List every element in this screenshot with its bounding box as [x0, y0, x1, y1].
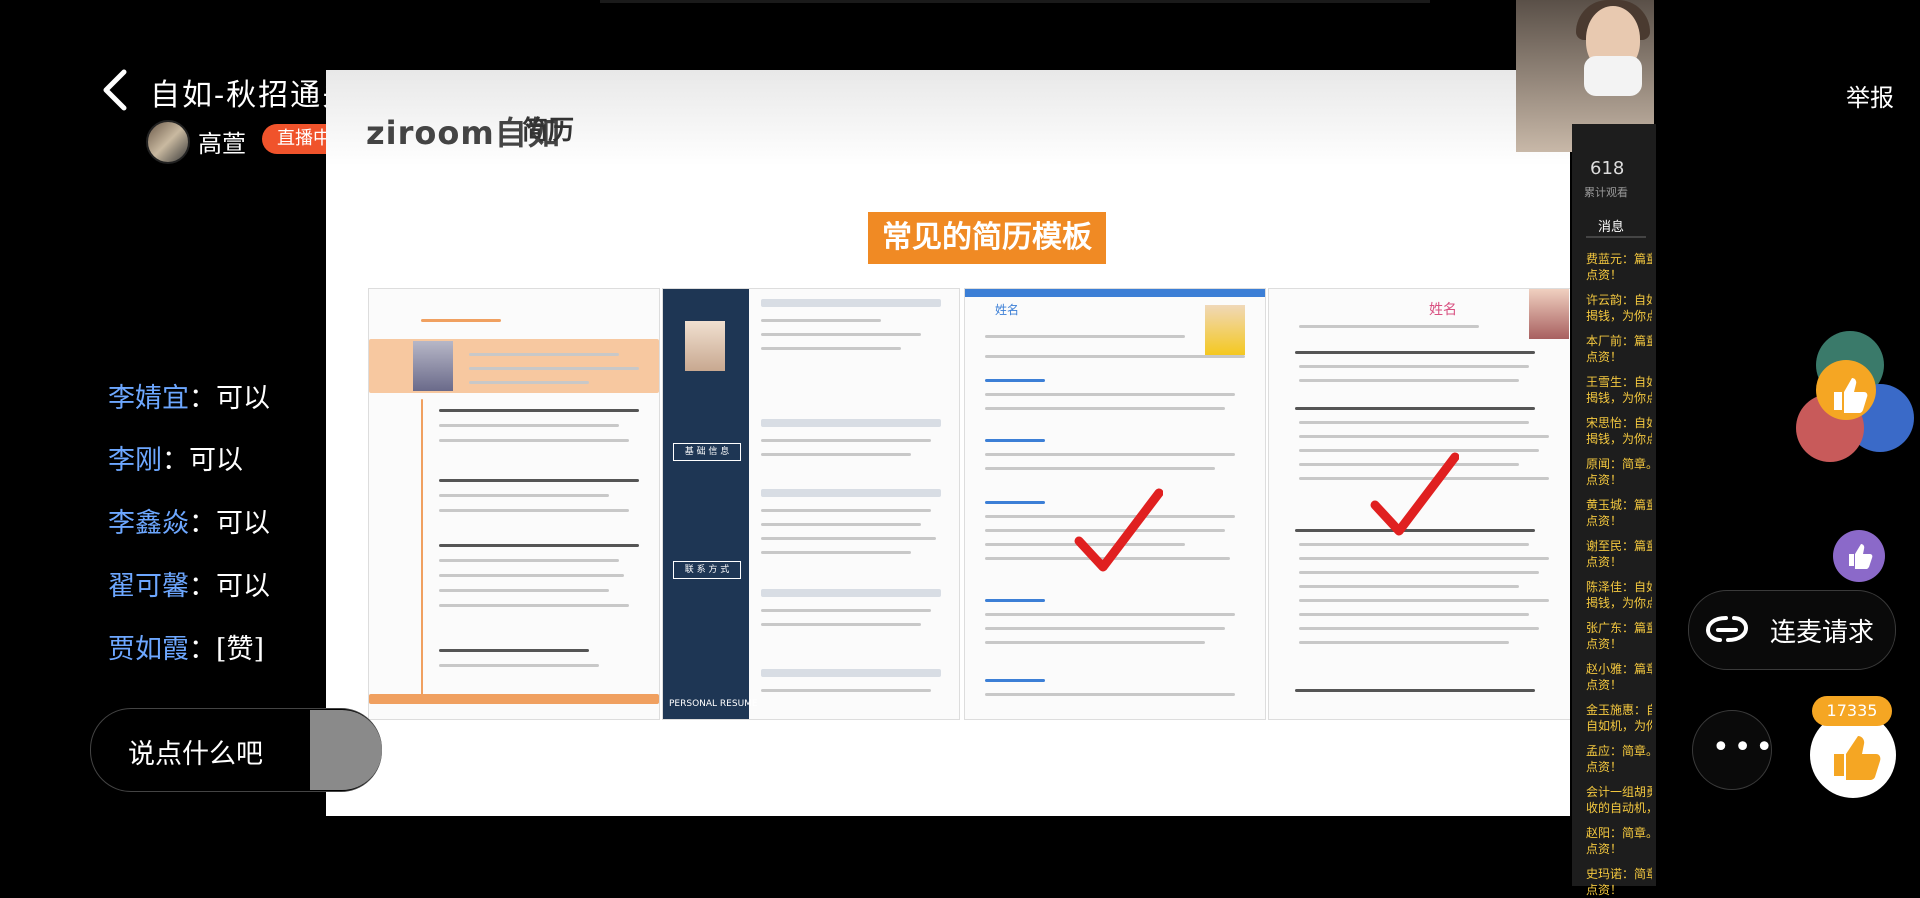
tab-messages[interactable]: 消息: [1598, 216, 1624, 235]
more-horizontal-icon: •••: [1712, 730, 1778, 765]
host-avatar[interactable]: [146, 120, 190, 164]
chat-line: 点资！: [1586, 473, 1623, 487]
presentation-slide: ziroom自如 简历 常见的简历模板 基 础 信 息 联 系 方 式 PERS…: [326, 70, 1570, 816]
link-request-label[interactable]: 连麦请求: [1770, 612, 1874, 649]
chat-line: 点资！: [1586, 555, 1623, 569]
thumbs-up-icon: [1849, 544, 1873, 569]
chat-line: 自如机，为你: [1586, 719, 1652, 733]
chat-line: 金玉施惠：自: [1586, 703, 1652, 717]
chat-line: 揭钱，为你点: [1586, 596, 1652, 610]
checkmark-icon: [1074, 488, 1163, 572]
chat-line: 点资！: [1586, 842, 1623, 856]
floating-like-icons: [1796, 331, 1914, 462]
chat-line: 点资！: [1586, 637, 1623, 651]
link-chain-icon: [1705, 616, 1749, 642]
resume-template-1: [368, 288, 660, 720]
comment-input-placeholder[interactable]: 说点什么吧: [128, 732, 263, 771]
template2-label-basic: 基 础 信 息: [673, 443, 741, 461]
chat-line: 史玛诺：简章: [1586, 867, 1652, 881]
chat-line: 费蓝元：篇童: [1586, 252, 1652, 266]
comment-item: 李婧宜：可以: [108, 383, 270, 414]
chat-line: 揭钱，为你点: [1586, 309, 1652, 323]
webcam-mask: [1584, 56, 1642, 96]
chat-line: 原闻：简章。: [1586, 457, 1652, 471]
comment-item: 翟可馨：可以: [108, 571, 270, 602]
slide-headline: 常见的简历模板: [868, 212, 1106, 264]
chat-line: 许云韵：自如: [1586, 293, 1652, 307]
chat-line: 本厂前：篇童: [1586, 334, 1652, 348]
chat-line: 张广东：篇童: [1586, 621, 1652, 635]
total-views-count: 618: [1590, 158, 1625, 179]
template3-name: 姓名: [995, 303, 1020, 317]
chat-line: 谢至民：篇童: [1586, 539, 1652, 553]
resume-template-2: 基 础 信 息 联 系 方 式 PERSONAL RESUME: [662, 288, 960, 720]
chat-line: 会计一组胡勇: [1586, 785, 1652, 799]
total-views-label: 累计观看: [1584, 186, 1628, 199]
comment-item: 李鑫焱：可以: [108, 508, 270, 539]
chat-line: 收的自动机，: [1586, 801, 1652, 815]
comment-item: 贾如霞：[赞]: [108, 634, 265, 665]
slide-brand-suffix: 简历: [522, 116, 575, 146]
top-divider: [600, 0, 1430, 3]
resume-template-4: 姓名: [1268, 288, 1570, 720]
chat-line: 赵小雅：篇章: [1586, 662, 1652, 676]
resume-template-3: 姓名: [964, 288, 1266, 720]
template2-footer: PERSONAL RESUME: [669, 699, 758, 709]
template2-label-contact: 联 系 方 式: [673, 561, 741, 579]
like-count-badge: 17335: [1812, 696, 1892, 726]
chat-line: 点资！: [1586, 760, 1623, 774]
host-name[interactable]: 高萱: [198, 124, 246, 159]
checkmark-icon: [1370, 452, 1459, 536]
template4-name: 姓名: [1429, 302, 1457, 318]
chat-line: 点资！: [1586, 350, 1623, 364]
chat-line: 揭钱，为你点: [1586, 432, 1652, 446]
chat-line: 黄玉城：篇童: [1586, 498, 1652, 512]
comment-item: 李刚：可以: [108, 445, 243, 476]
chat-line: 王雪生：自如: [1586, 375, 1652, 389]
chat-line: 揭钱，为你点: [1586, 391, 1652, 405]
chat-line: 孟应：简章。: [1586, 744, 1652, 758]
chat-line: 点资！: [1586, 514, 1623, 528]
like-small-button[interactable]: [1833, 530, 1885, 582]
tab-divider: [1586, 236, 1646, 238]
chat-line: 赵阳：简章。: [1586, 826, 1652, 840]
chat-line: 点资！: [1586, 678, 1623, 692]
chat-line: 点资！: [1586, 883, 1623, 897]
chat-line: 陈泽佳：自如: [1586, 580, 1652, 594]
chat-line: 点资！: [1586, 268, 1623, 282]
chat-line: 宋思怡：自如: [1586, 416, 1652, 430]
chevron-left-icon[interactable]: [98, 66, 132, 114]
report-button[interactable]: 举报: [1846, 78, 1894, 113]
